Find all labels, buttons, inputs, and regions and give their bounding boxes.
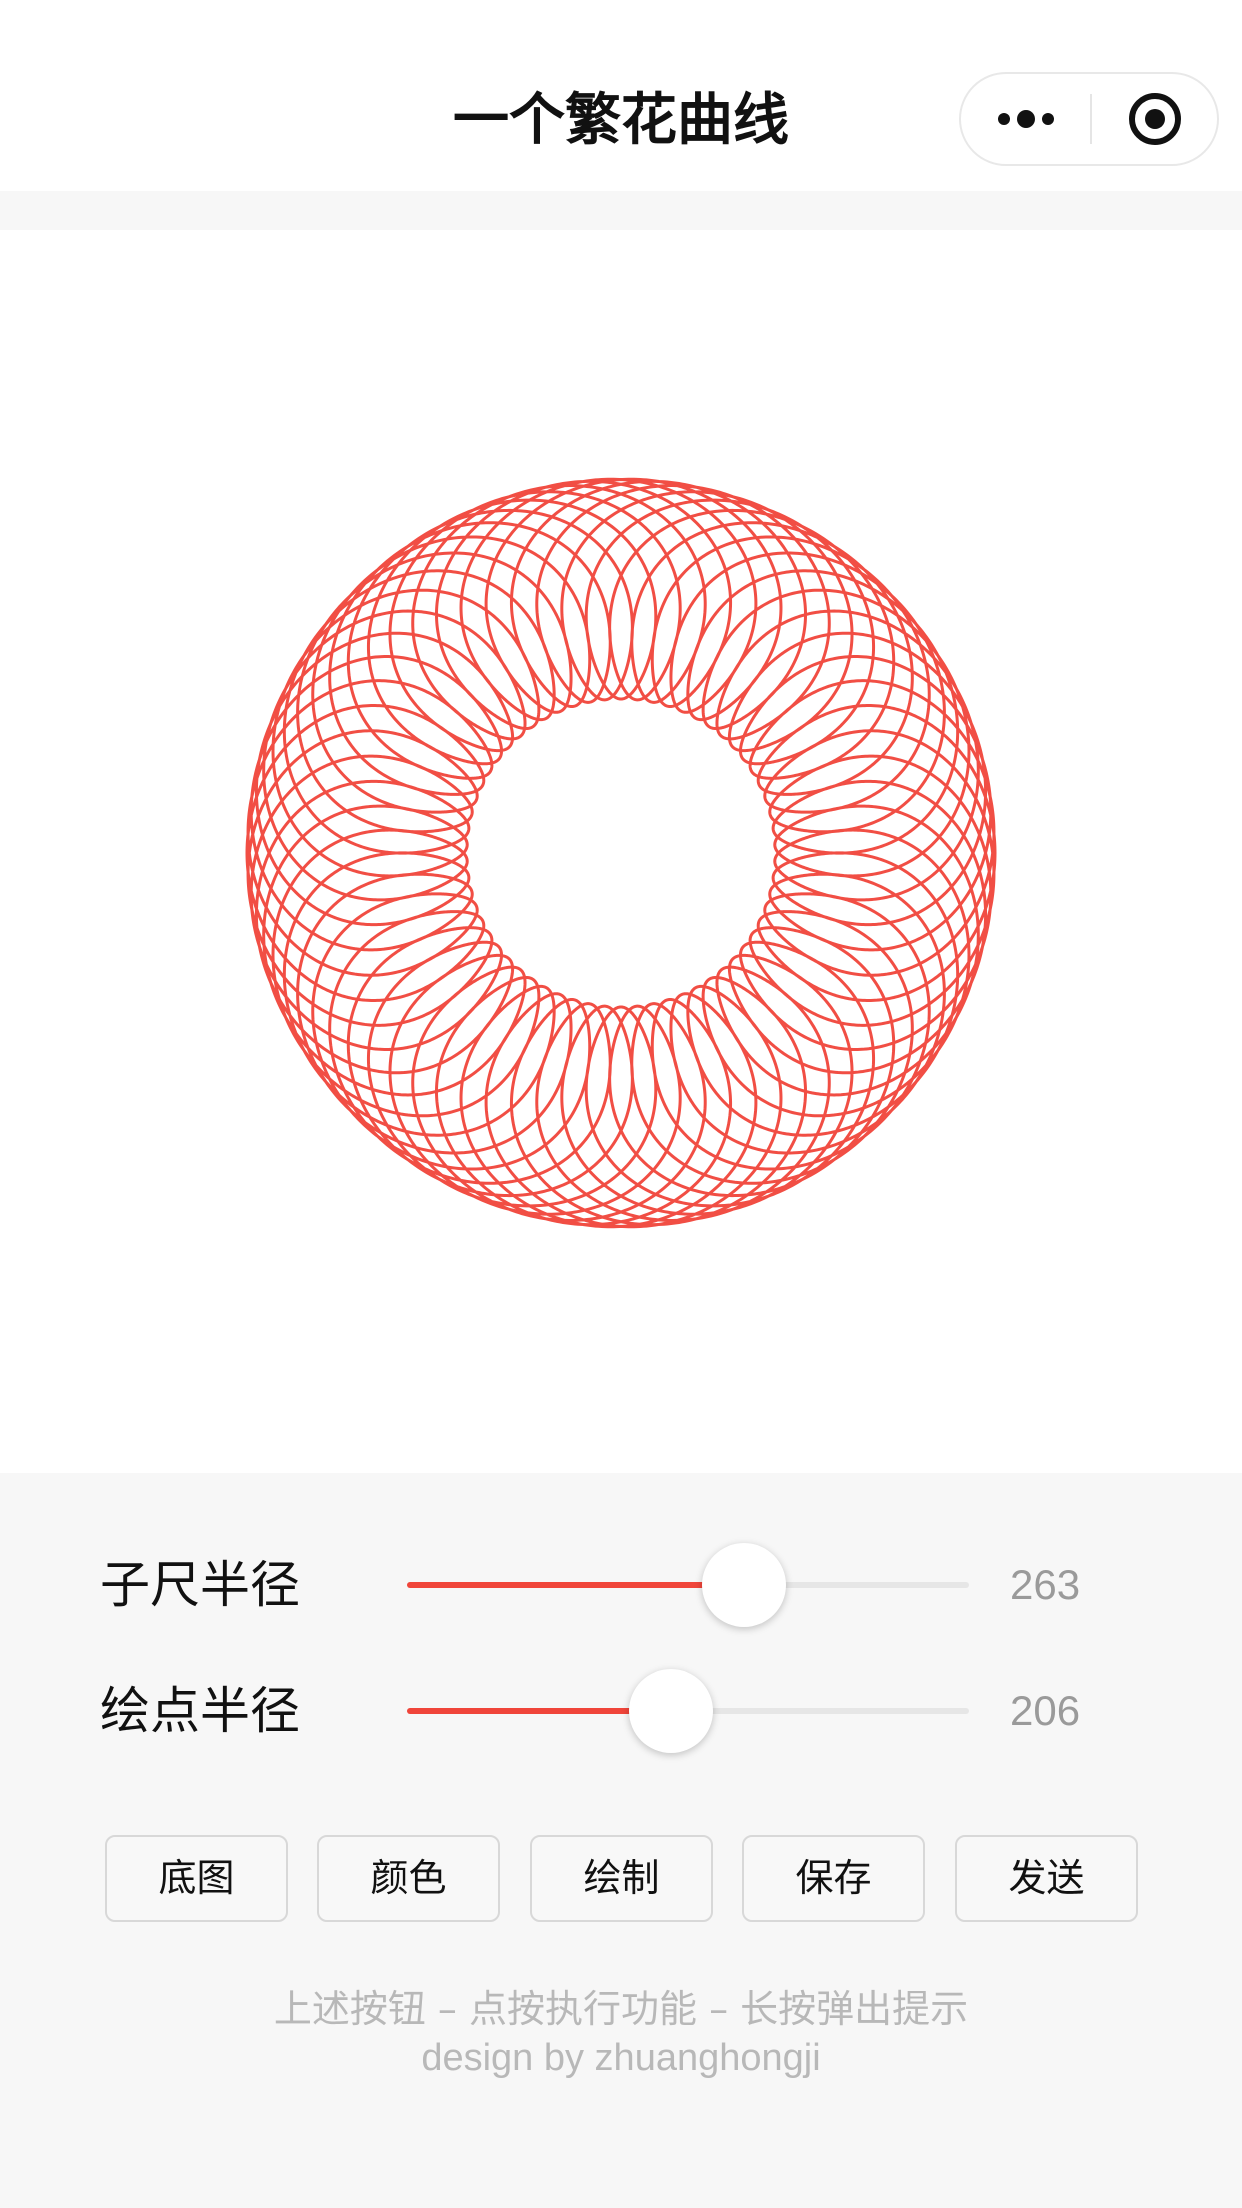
- child-radius-slider[interactable]: [407, 1543, 969, 1627]
- point-radius-label: 绘点半径: [100, 1682, 300, 1740]
- close-button[interactable]: [1092, 74, 1217, 164]
- spirograph-curve: [245, 477, 997, 1229]
- more-button[interactable]: [961, 74, 1090, 164]
- child-radius-value: 263: [1010, 1561, 1081, 1608]
- point-radius-slider-thumb[interactable]: [629, 1669, 714, 1753]
- control-row-point-radius: 绘点半径 206: [0, 1666, 1242, 1756]
- hint-text: 上述按钮 – 点按执行功能 – 长按弹出提示: [273, 1987, 969, 2031]
- more-dots-icon: [997, 110, 1054, 128]
- color-button[interactable]: 颜色: [317, 1835, 500, 1922]
- credit-text: design by zhuanghongji: [421, 2037, 821, 2079]
- drawing-canvas[interactable]: [0, 230, 1242, 1473]
- point-radius-value: 206: [1010, 1687, 1081, 1734]
- draw-button[interactable]: 绘制: [530, 1835, 713, 1922]
- control-row-child-radius: 子尺半径 263: [0, 1540, 1242, 1630]
- target-close-icon: [1128, 93, 1181, 145]
- child-radius-label: 子尺半径: [100, 1556, 300, 1614]
- navigation-bar: 一个繁花曲线: [0, 0, 1242, 191]
- rosette-path: [245, 477, 997, 1229]
- app-screen: 一个繁花曲线 子尺半径 263 绘点半径 206 底图 颜色 绘制 保存 发送 …: [0, 0, 1242, 2208]
- send-button[interactable]: 发送: [955, 1835, 1138, 1922]
- mini-program-capsule: [959, 72, 1219, 166]
- save-button[interactable]: 保存: [742, 1835, 925, 1922]
- child-radius-slider-fill: [407, 1582, 745, 1588]
- action-button-row: 底图 颜色 绘制 保存 发送: [0, 1835, 1242, 1923]
- point-radius-slider[interactable]: [407, 1669, 969, 1753]
- child-radius-slider-thumb[interactable]: [702, 1543, 787, 1627]
- base-image-button[interactable]: 底图: [105, 1835, 288, 1922]
